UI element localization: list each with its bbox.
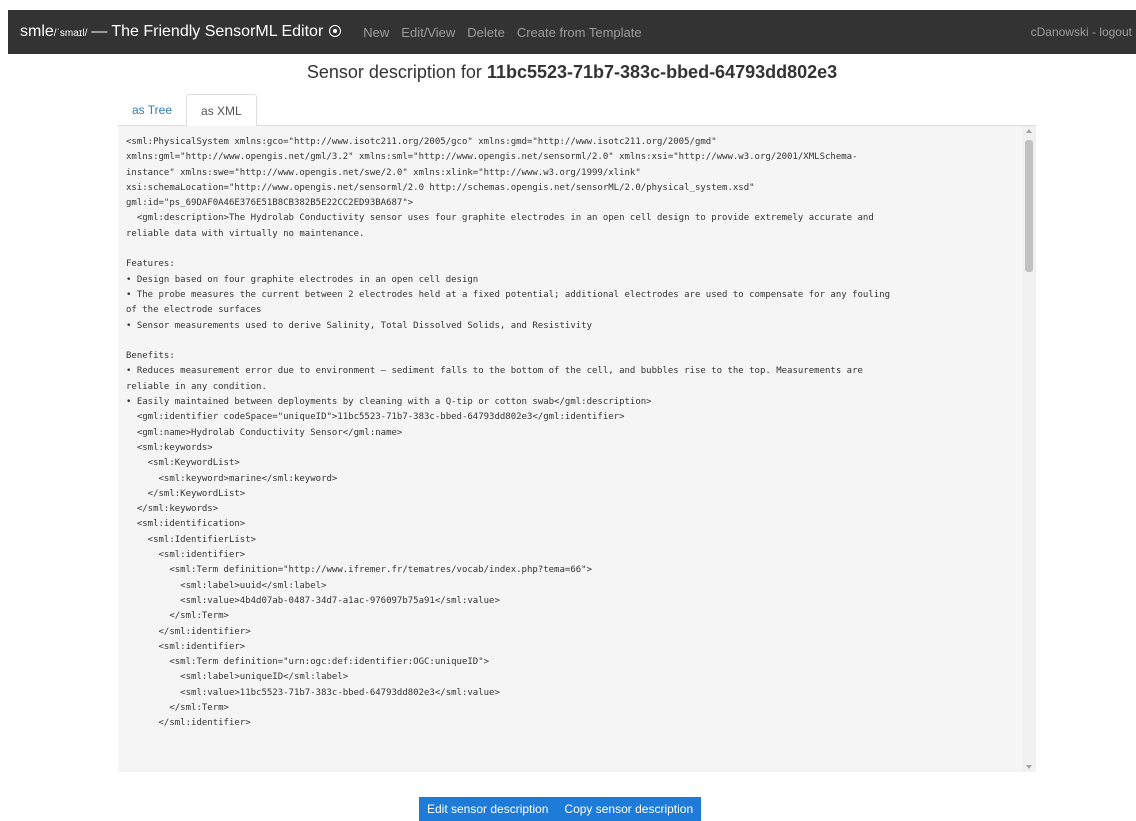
edit-sensor-description-button[interactable]: Edit sensor description [419, 797, 557, 821]
xml-line: <gml:identifier codeSpace="uniqueID">11b… [126, 412, 625, 423]
nav-new[interactable]: New [363, 25, 389, 40]
view-tabs: as Tree as XML [118, 94, 1036, 126]
xml-line: </sml:Term> [126, 611, 229, 622]
xml-line: <sml:IdentifierList> [126, 534, 257, 545]
nav-edit-view[interactable]: Edit/View [401, 25, 455, 40]
xml-line: instance" xmlns:swe="http://www.opengis.… [126, 167, 641, 178]
nav-create-from-template[interactable]: Create from Template [517, 25, 642, 40]
scrollbar-thumb[interactable] [1025, 140, 1033, 272]
page-title-prefix: Sensor description for [306, 62, 482, 82]
xml-line [126, 334, 1016, 349]
xml-line: <sml:Term definition="http://www.ifremer… [126, 565, 592, 576]
xml-line: • Easily maintained between deployments … [126, 397, 652, 408]
xml-line: reliable data with virtually no maintena… [126, 228, 365, 239]
xml-line: </sml:keywords> [126, 504, 219, 515]
brand-name: smle [20, 23, 54, 40]
xml-line: <sml:identifier> [126, 641, 246, 652]
tab-as-tree[interactable]: as Tree [118, 94, 186, 126]
xml-line: <sml:value>4b4d07ab-0487-34d7-a1ac-97609… [126, 595, 500, 606]
xml-line: <sml:label>uuid</sml:label> [126, 580, 327, 591]
xml-line: xmlns:gml="http://www.opengis.net/gml/3.… [126, 152, 858, 163]
xml-line: • Reduces measurement error due to envir… [126, 366, 863, 377]
xml-line: <sml:PhysicalSystem xmlns:gco="http://ww… [126, 137, 717, 147]
xml-line: of the electrode surfaces [126, 305, 262, 316]
xml-line: Features: [126, 259, 175, 270]
xml-line: </sml:KeywordList> [126, 488, 246, 499]
xml-line: • Design based on four graphite electrod… [126, 274, 479, 285]
action-buttons: Edit sensor description Copy sensor desc… [419, 797, 702, 821]
brand-tagline: The Friendly SensorML Editor [111, 23, 324, 40]
vertical-scrollbar[interactable] [1022, 126, 1036, 772]
copy-sensor-description-button[interactable]: Copy sensor description [556, 797, 702, 821]
tab-as-xml[interactable]: as XML [186, 94, 257, 126]
xml-line: </sml:identifier> [126, 626, 251, 637]
xml-line: <sml:identifier> [126, 550, 246, 561]
xml-line: gml:id="ps_69DAF0A46E376E51B8CB382B5E22C… [126, 198, 414, 209]
xml-line: <gml:description>The Hydrolab Conductivi… [126, 213, 874, 224]
xml-line: xsi:schemaLocation="http://www.opengis.n… [126, 182, 755, 193]
sensor-id: 11bc5523-71b7-383c-bbed-64793dd802e3 [486, 62, 838, 82]
user-logout-link[interactable]: cDanowski - logout [1031, 25, 1136, 39]
xml-line: reliable in any condition. [126, 381, 267, 392]
xml-line: • Sensor measurements used to derive Sal… [126, 320, 592, 331]
brand-dash: — [91, 23, 108, 40]
brand-pronunciation: /ˈsmaɪl/ [53, 28, 88, 39]
xml-line: • The probe measures the current between… [126, 289, 891, 300]
xml-content: <sml:PhysicalSystem xmlns:gco="http://ww… [126, 135, 1016, 732]
xml-line: <sml:KeywordList> [126, 458, 240, 469]
xml-line [126, 242, 1016, 257]
scroll-up-icon[interactable] [1026, 129, 1032, 133]
brand[interactable]: smle /ˈsmaɪl/ — The Friendly SensorML Ed… [20, 23, 342, 41]
xml-line: <sml:value>11bc5523-71b7-383c-bbed-64793… [126, 687, 500, 698]
xml-line: <sml:keywords> [126, 442, 213, 453]
page-title: Sensor description for 11bc5523-71b7-383… [8, 62, 1136, 83]
xml-line: Benefits: [126, 351, 175, 362]
nav-delete[interactable]: Delete [467, 25, 505, 40]
xml-line: <sml:identification> [126, 519, 246, 530]
xml-viewer[interactable]: <sml:PhysicalSystem xmlns:gco="http://ww… [118, 126, 1036, 772]
nav-links: New Edit/View Delete Create from Templat… [351, 25, 641, 40]
xml-line: <sml:label>uniqueID</sml:label> [126, 672, 349, 683]
xml-line: <sml:Term definition="urn:ogc:def:identi… [126, 657, 490, 668]
xml-line: <sml:keyword>marine</sml:keyword> [126, 473, 338, 484]
xml-line: </sml:Term> [126, 702, 229, 713]
xml-line: <gml:name>Hydrolab Conductivity Sensor</… [126, 427, 403, 438]
top-navbar: smle /ˈsmaɪl/ — The Friendly SensorML Ed… [8, 10, 1136, 54]
github-icon[interactable] [329, 25, 342, 37]
xml-line: </sml:identifier> [126, 718, 251, 729]
scroll-down-icon[interactable] [1026, 765, 1032, 769]
